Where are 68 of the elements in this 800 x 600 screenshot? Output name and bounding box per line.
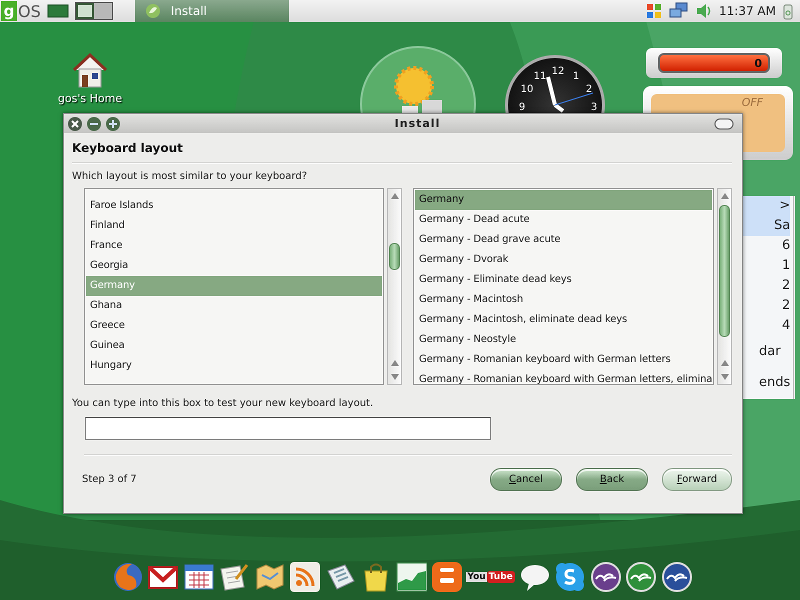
calendar-text: dar [758, 343, 782, 361]
clock-numeral: 9 [518, 103, 526, 113]
list-item[interactable]: Germany [415, 190, 712, 210]
list-item[interactable]: Germany - Dvorak [415, 250, 712, 270]
cloud-phone-icon[interactable] [554, 561, 586, 593]
clock-numeral: 1 [572, 72, 580, 82]
list-item[interactable]: Germany - Dead acute [415, 210, 712, 230]
list-item[interactable]: Germany - Romanian keyboard with German letters, elimina [415, 370, 712, 384]
network-icon[interactable] [669, 2, 690, 20]
list-item[interactable]: Finland [86, 216, 382, 236]
list-item[interactable]: Germany - Macintosh, eliminate dead keys [415, 310, 712, 330]
list-item[interactable]: Guinea [86, 336, 382, 356]
house-icon[interactable] [70, 50, 110, 90]
calendar-text: 1 [780, 257, 790, 275]
list-item[interactable]: Ghana [86, 296, 382, 316]
seagull-icon[interactable] [590, 561, 622, 593]
leaf-icon [144, 3, 161, 19]
minimize-icon[interactable] [86, 116, 102, 132]
test-input-field[interactable] [85, 417, 491, 440]
clock-numeral: 3 [590, 103, 598, 113]
rss-icon[interactable] [289, 561, 321, 593]
clock-numeral: 10 [520, 85, 534, 95]
switch-label: OFF [742, 96, 763, 111]
clock-numeral: 12 [552, 67, 564, 77]
meter-reading: 0 [754, 56, 762, 70]
list-item[interactable]: Faroe Islands [86, 196, 382, 216]
clock-text[interactable]: 11:37 AM [719, 4, 776, 18]
chart-icon[interactable] [396, 561, 427, 593]
calendar-text: 6 [780, 237, 790, 255]
list-item[interactable]: Germany - Neostyle [415, 330, 712, 350]
calendar-text: 2 [780, 277, 790, 295]
dialog-button[interactable]: Forward [662, 468, 732, 491]
clock-numeral: 2 [586, 85, 592, 95]
list-item[interactable]: Greece [86, 316, 382, 336]
list-item[interactable]: Germany - Eliminate dead keys [415, 270, 712, 290]
maximize-icon[interactable] [105, 116, 121, 132]
step-text: Step 3 of 7 [82, 474, 137, 485]
seagull-icon[interactable] [660, 561, 692, 593]
list-item[interactable]: Germany - Macintosh [415, 290, 712, 310]
checklist-icon[interactable] [218, 561, 250, 593]
list-item[interactable]: Hungary [86, 356, 382, 376]
list-item[interactable]: France [86, 236, 382, 256]
close-icon[interactable] [67, 116, 83, 132]
trash-icon[interactable] [782, 2, 794, 20]
dialog-button[interactable]: Cancel [490, 468, 562, 491]
list-item[interactable]: Germany - Romanian keyboard with German letters [415, 350, 712, 370]
page-heading: Keyboard layout [72, 141, 184, 155]
question-text: Which layout is most similar to your keyboard? [72, 171, 308, 182]
scrollbar[interactable] [793, 196, 795, 399]
seagull-icon[interactable] [625, 561, 657, 593]
workspace-switcher[interactable] [74, 2, 113, 20]
field-label: You can type into this box to test your new keyboard layout. [72, 398, 374, 409]
scrollbar[interactable] [717, 188, 732, 385]
shade-icon[interactable] [714, 118, 734, 130]
list-item[interactable]: Georgia [86, 256, 382, 276]
scrollbar[interactable] [387, 188, 402, 385]
list-item[interactable]: Germany - Dead grave acute [415, 230, 712, 250]
calendar-text: 2 [780, 297, 790, 315]
windows-flag-icon[interactable] [645, 2, 664, 20]
clock-numeral: 11 [534, 72, 546, 82]
window-title: Install [394, 117, 442, 130]
desktop-icon[interactable] [46, 4, 69, 18]
dialog-button[interactable]: Back [576, 468, 648, 491]
logo-text: OS [18, 2, 41, 20]
calendar-text: ends [758, 374, 790, 392]
blog-icon[interactable] [430, 561, 462, 593]
calendar-text: 4 [780, 317, 790, 335]
icon-label[interactable]: gos's Home [58, 92, 122, 105]
